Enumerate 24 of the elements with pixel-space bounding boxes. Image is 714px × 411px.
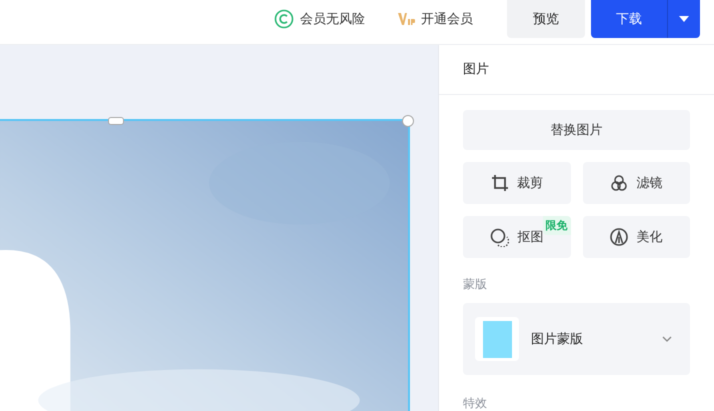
tool-button[interactable]: 美化 [582, 216, 690, 258]
vip-icon [397, 11, 415, 27]
tool-button[interactable]: 裁剪 [463, 162, 570, 204]
mask-select[interactable]: 图片蒙版 [463, 303, 690, 375]
resize-handle[interactable] [108, 117, 124, 125]
replace-image-button[interactable]: 替换图片 [463, 110, 690, 150]
toolbar-label[interactable]: 开通会员 [421, 10, 473, 28]
section-title: 特效 [463, 395, 488, 411]
resize-handle[interactable] [402, 115, 414, 127]
beautify-icon [610, 228, 628, 246]
tool-button[interactable]: 抠图 限免 [463, 216, 570, 258]
tool-button[interactable]: 滤镜 [582, 162, 690, 204]
preview-button[interactable]: 预览 [507, 0, 585, 38]
cutout-icon [490, 228, 510, 246]
toolbar-label[interactable]: 会员无风险 [300, 10, 365, 28]
copyright-icon [274, 9, 294, 29]
caret-icon [679, 16, 689, 22]
chevron-down-icon [662, 336, 672, 342]
crop-icon [490, 174, 509, 192]
mask-thumbnail [475, 317, 519, 361]
section-title: 蒙版 [463, 276, 488, 293]
panel-title: 图片 [439, 45, 714, 95]
free-badge: 限免 [542, 216, 570, 235]
filter-icon [610, 174, 628, 192]
